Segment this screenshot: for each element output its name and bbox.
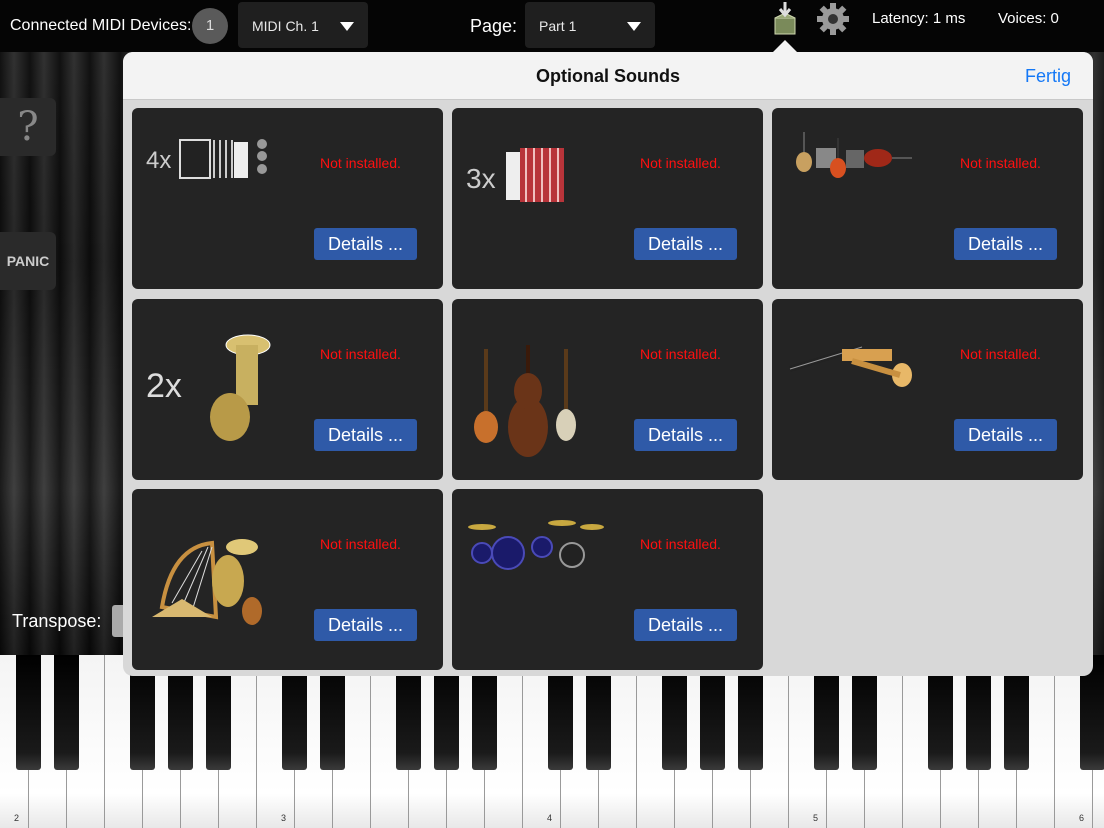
details-button[interactable]: Details ... (954, 228, 1057, 260)
black-key[interactable] (16, 655, 41, 770)
harp-tuba-guitar-icon (142, 507, 302, 657)
panic-button[interactable]: PANIC (0, 232, 56, 290)
chevron-down-icon (627, 22, 641, 31)
install-status: Not installed. (320, 536, 401, 552)
install-status: Not installed. (640, 155, 721, 171)
install-status: Not installed. (640, 346, 721, 362)
popover-arrow (773, 40, 797, 52)
octave-label: 2 (14, 813, 20, 823)
latency-readout: Latency: 1 ms (872, 10, 966, 27)
details-button[interactable]: Details ... (314, 419, 417, 451)
top-toolbar: Connected MIDI Devices: 1 MIDI Ch. 1 Pag… (0, 0, 1104, 52)
install-status: Not installed. (960, 155, 1041, 171)
octave-label: 5 (813, 813, 819, 823)
sound-card: Not installed. Details ... (772, 108, 1083, 289)
help-button[interactable]: ? (0, 98, 56, 156)
accordion-4x-icon: 4x (142, 126, 302, 276)
install-status: Not installed. (320, 346, 401, 362)
midi-channel-dropdown[interactable]: MIDI Ch. 1 (238, 2, 368, 48)
transpose-label: Transpose: (12, 611, 102, 631)
sound-card: Not installed. Details ... (132, 489, 443, 670)
drum-kit-icon (462, 507, 622, 657)
octave-label: 6 (1079, 813, 1085, 823)
sound-card: 2x Not installed. Details ... (132, 299, 443, 480)
octave-label: 4 (547, 813, 553, 823)
tuba-2x-icon: 2x (142, 317, 302, 467)
optional-sounds-popover: Optional Sounds Fertig 4x Not installed.… (123, 52, 1093, 676)
sound-card: 3x Not installed. Details ... (452, 108, 763, 289)
page-value: Part 1 (539, 18, 577, 34)
voices-readout: Voices: 0 (998, 10, 1059, 27)
details-button[interactable]: Details ... (634, 609, 737, 641)
install-status: Not installed. (640, 536, 721, 552)
midi-devices-label: Connected MIDI Devices: (10, 17, 192, 34)
bass-instruments-icon (462, 317, 622, 467)
details-button[interactable]: Details ... (954, 419, 1057, 451)
gear-icon[interactable] (816, 2, 850, 36)
piano-keyboard[interactable]: 2 3 4 5 6 (0, 655, 1104, 828)
popover-title: Optional Sounds (536, 66, 680, 86)
card-image-text: 2x (146, 367, 182, 405)
install-status: Not installed. (960, 346, 1041, 362)
clarinet-trumpet-icon (782, 317, 942, 467)
card-image-text: 3x (466, 163, 496, 194)
sound-card: Not installed. Details ... (452, 299, 763, 480)
details-button[interactable]: Details ... (314, 228, 417, 260)
octave-label: 3 (281, 813, 287, 823)
sound-card: Not installed. Details ... (772, 299, 1083, 480)
card-image-text: 4x (146, 147, 171, 174)
install-status: Not installed. (320, 155, 401, 171)
sound-card: 4x Not installed. Details ... (132, 108, 443, 289)
page-dropdown[interactable]: Part 1 (525, 2, 655, 48)
popover-header: Optional Sounds Fertig (123, 52, 1093, 100)
download-box-icon[interactable] (770, 2, 800, 38)
accordion-3x-icon: 3x (462, 126, 622, 276)
done-button[interactable]: Fertig (1025, 66, 1071, 87)
midi-devices-count[interactable]: 1 (192, 8, 228, 44)
page-label: Page: (470, 16, 518, 36)
guitars-amps-icon (782, 126, 942, 276)
details-button[interactable]: Details ... (314, 609, 417, 641)
midi-channel-value: MIDI Ch. 1 (252, 18, 319, 34)
details-button[interactable]: Details ... (634, 228, 737, 260)
chevron-down-icon (340, 22, 354, 31)
sound-card: Not installed. Details ... (452, 489, 763, 670)
details-button[interactable]: Details ... (634, 419, 737, 451)
black-key[interactable] (54, 655, 79, 770)
